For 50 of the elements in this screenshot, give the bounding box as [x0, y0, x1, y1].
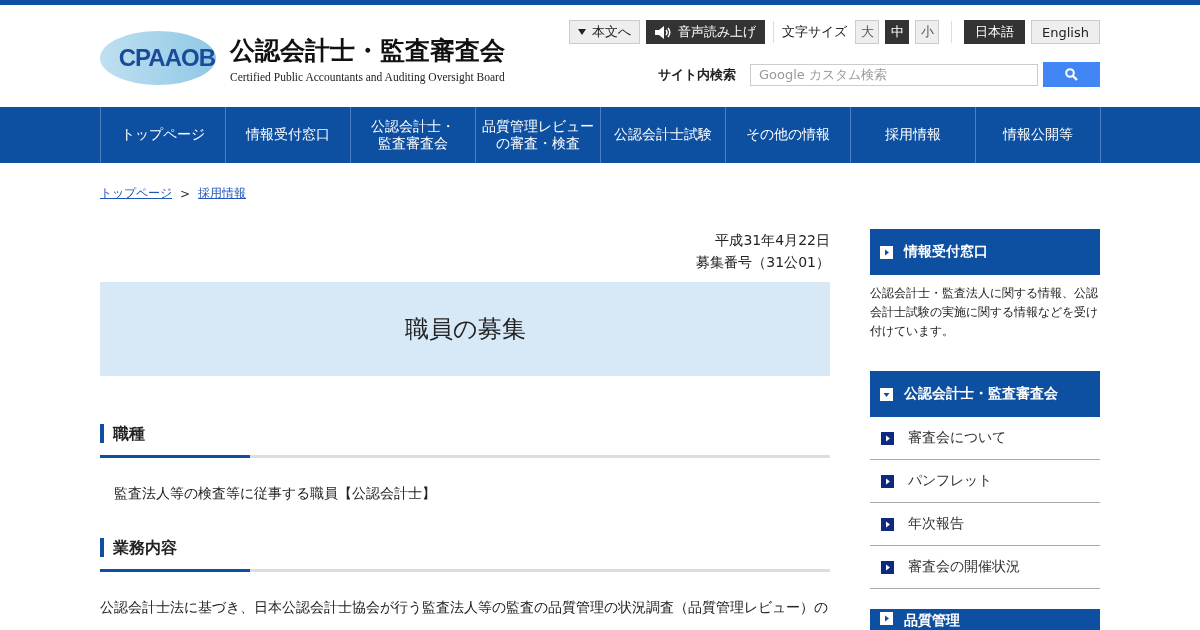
nav-item[interactable]: その他の情報	[725, 107, 851, 163]
caret-right-icon	[881, 517, 894, 531]
search-label: サイト内検索	[658, 65, 736, 84]
nav-item[interactable]: 情報受付窓口	[225, 107, 351, 163]
skip-to-content-button[interactable]: 本文へ	[569, 20, 641, 44]
sidebar-description: 公認会計士・監査法人に関する情報、公認会計士試験の実施に関する情報などを受け付けています。	[870, 285, 1099, 340]
breadcrumb-link[interactable]: 採用情報	[198, 185, 247, 202]
logo[interactable]: CPAAOB	[100, 31, 216, 85]
search-field[interactable]: Google カスタム検索	[750, 63, 1038, 86]
section-text: 監査法人等の検査等に従事する職員【公認会計士】	[113, 484, 437, 503]
recruitment-number: 募集番号（31公01）	[695, 253, 830, 272]
sidebar-heading-text: 公認会計士・監査審査会	[904, 385, 1058, 403]
date-text: 平成31年4月22日	[714, 231, 830, 250]
breadcrumb-separator: >	[180, 186, 191, 201]
language-button[interactable]: English	[1031, 20, 1100, 44]
search-icon	[1065, 68, 1078, 81]
site-title: 公認会計士・監査審査会	[230, 34, 505, 67]
read-aloud-button[interactable]: 音声読み上げ	[646, 20, 766, 44]
sidebar-link[interactable]: 年次報告	[870, 503, 1100, 546]
speaker-icon	[655, 25, 673, 39]
sidebar-heading[interactable]: 品質管理	[870, 609, 1100, 630]
sidebar-heading[interactable]: 情報受付窓口	[870, 229, 1100, 275]
sidebar-heading[interactable]: 公認会計士・監査審査会	[870, 371, 1100, 417]
nav-item[interactable]: 公認会計士試験	[600, 107, 726, 163]
language-button[interactable]: 日本語	[964, 20, 1026, 44]
nav-item[interactable]: 公認会計士・ 監査審査会	[350, 107, 476, 163]
section-heading: 職種	[100, 424, 830, 443]
font-size-button[interactable]: 大	[855, 20, 880, 44]
font-size-button[interactable]: 小	[915, 20, 940, 44]
sidebar-heading-text: 情報受付窓口	[904, 243, 988, 261]
section-text: 公認会計士法に基づき、日本公認会計士協会が行う監査法人等の監査の品質管理の状況調査（品質管理レビュー）の	[100, 598, 829, 617]
caret-right-icon	[881, 431, 894, 445]
caret-right-icon	[881, 474, 894, 488]
page-title: 職員の募集	[100, 282, 830, 376]
sidebar-heading-text: 品質管理	[904, 612, 960, 630]
search-button[interactable]	[1043, 62, 1100, 87]
sidebar-link[interactable]: 審査会の開催状況	[870, 546, 1100, 589]
nav-item[interactable]: トップページ	[100, 107, 226, 163]
breadcrumb-link[interactable]: トップページ	[100, 185, 172, 202]
nav-item[interactable]: 品質管理レビュー の審査・検査	[475, 107, 601, 163]
sidebar-link[interactable]: 審査会について	[870, 417, 1100, 460]
font-size-button[interactable]: 中	[885, 20, 910, 44]
caret-right-icon	[881, 560, 894, 574]
section-heading: 業務内容	[100, 538, 830, 557]
font-size-label: 文字サイズ	[782, 23, 848, 41]
caret-down-icon	[578, 29, 587, 35]
sidebar-link[interactable]: パンフレット	[870, 460, 1100, 503]
site-subtitle: Certified Public Accountants and Auditing Oversight Board	[230, 70, 505, 83]
nav-item[interactable]: 採用情報	[850, 107, 976, 163]
nav-item[interactable]: 情報公開等	[975, 107, 1101, 163]
